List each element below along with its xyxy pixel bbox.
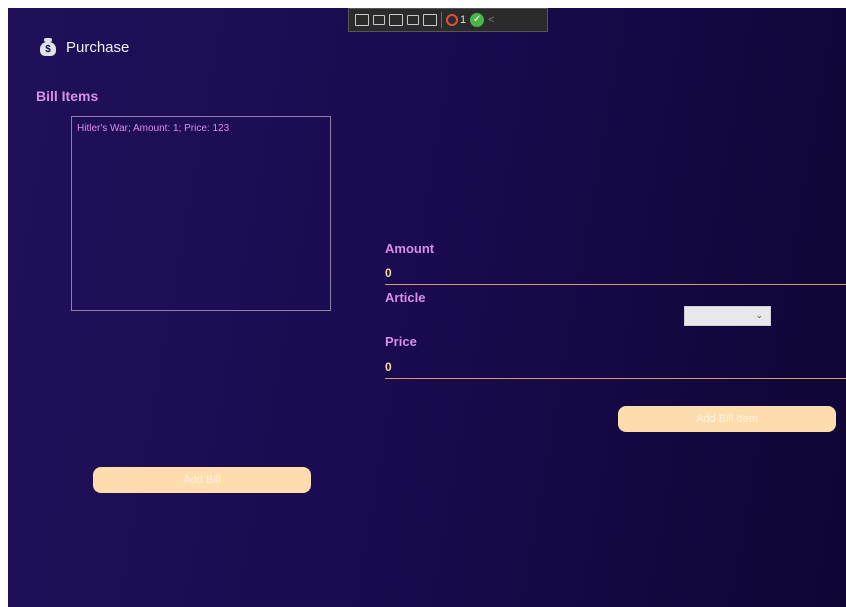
add-bill-item-button[interactable]: Add Bill Item <box>618 406 836 432</box>
amount-input-underline <box>385 284 846 285</box>
price-input[interactable]: 0 <box>385 360 392 374</box>
chevron-down-icon: ⌄ <box>755 310 763 320</box>
page-title: Purchase <box>66 38 130 56</box>
binding-failures-badge[interactable]: 1 <box>446 14 466 26</box>
article-select[interactable]: ⌄ <box>684 306 771 326</box>
select-element-icon[interactable] <box>389 14 403 26</box>
track-focus-icon[interactable] <box>373 15 385 25</box>
app-window: 1 ✓ < $ Purchase Bill Items Hitler's War… <box>8 8 846 607</box>
bill-items-label: Bill Items <box>36 88 99 104</box>
amount-label: Amount <box>385 241 435 256</box>
article-label: Article <box>385 290 426 305</box>
toolbar-divider <box>441 12 442 28</box>
display-layout-adorners-icon[interactable] <box>407 15 419 25</box>
price-input-underline <box>385 378 846 379</box>
binding-error-icon <box>446 14 458 26</box>
error-count: 1 <box>460 14 467 26</box>
checkmark-icon[interactable]: ✓ <box>470 13 485 27</box>
list-item[interactable]: Hitler's War; Amount: 1; Price: 123 <box>72 117 330 140</box>
collapse-chevron-icon[interactable]: < <box>488 14 494 26</box>
debug-toolbar: 1 ✓ < <box>348 8 548 32</box>
add-bill-button[interactable]: Add Bill <box>93 467 311 493</box>
live-visual-tree-icon[interactable] <box>355 14 369 26</box>
page-header: $ Purchase <box>40 38 129 56</box>
money-bag-icon: $ <box>40 38 56 56</box>
price-label: Price <box>385 334 417 349</box>
hot-reload-icon[interactable] <box>423 14 437 26</box>
bill-items-list[interactable]: Hitler's War; Amount: 1; Price: 123 <box>71 116 331 311</box>
amount-input[interactable]: 0 <box>385 266 392 280</box>
